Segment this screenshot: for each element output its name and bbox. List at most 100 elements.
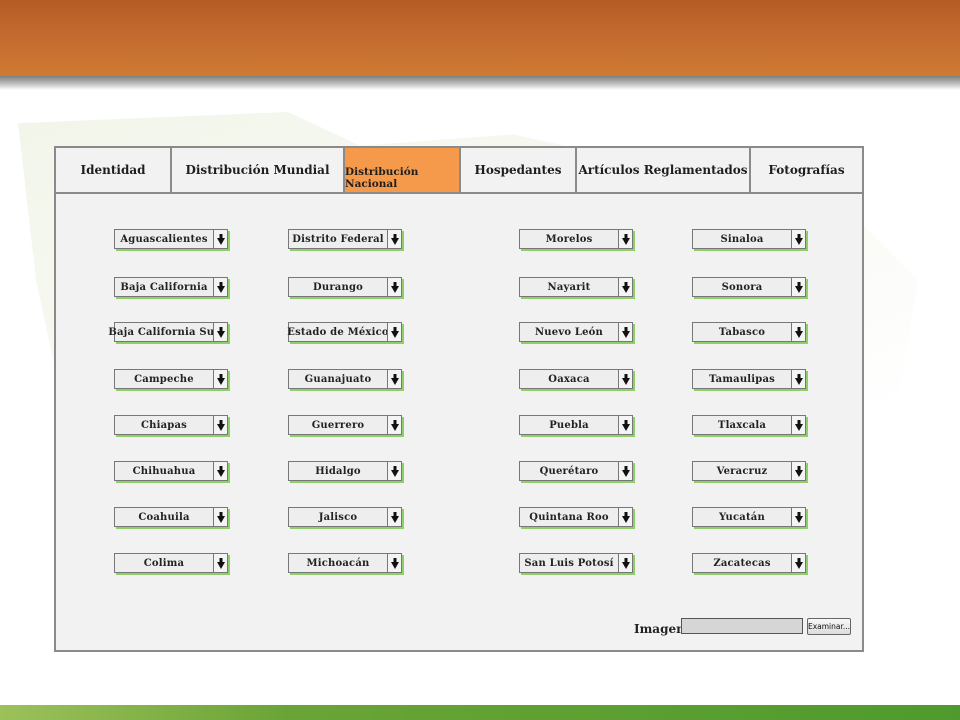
state-dropdown-label: Michoacán — [306, 557, 370, 569]
dropdown-arrow-icon[interactable] — [791, 508, 805, 526]
state-dropdown[interactable]: Coahuila — [114, 507, 228, 527]
state-dropdown[interactable]: Puebla — [519, 415, 633, 435]
state-dropdown-label: Aguascalientes — [120, 233, 208, 245]
dropdown-arrow-icon[interactable] — [791, 278, 805, 296]
dropdown-arrow-icon[interactable] — [791, 416, 805, 434]
state-dropdown[interactable]: Distrito Federal — [288, 229, 402, 249]
state-dropdown-label: Tlaxcala — [717, 419, 767, 431]
dropdown-arrow-icon[interactable] — [791, 462, 805, 480]
state-dropdown-label: Tamaulipas — [709, 373, 775, 385]
state-dropdown-label: Querétaro — [539, 465, 599, 477]
state-dropdown-label: Colima — [143, 557, 185, 569]
tab-fotografias[interactable]: Fotografías — [751, 148, 862, 192]
state-dropdown-label: Distrito Federal — [292, 233, 384, 245]
header-bar — [0, 0, 960, 76]
dropdown-arrow-icon[interactable] — [791, 230, 805, 248]
state-dropdown[interactable]: Jalisco — [288, 507, 402, 527]
dropdown-arrow-icon[interactable] — [618, 416, 632, 434]
image-label: Imagen — [634, 622, 685, 636]
state-dropdown-label: Durango — [312, 281, 364, 293]
state-dropdown[interactable]: Colima — [114, 553, 228, 573]
state-dropdown[interactable]: Zacatecas — [692, 553, 806, 573]
state-dropdown-label: Zacatecas — [713, 557, 771, 569]
state-dropdown[interactable]: Tamaulipas — [692, 369, 806, 389]
browse-button[interactable]: Examinar... — [807, 618, 851, 635]
state-dropdown[interactable]: Tabasco — [692, 322, 806, 342]
dropdown-arrow-icon[interactable] — [213, 230, 227, 248]
state-dropdown-label: Chiapas — [140, 419, 187, 431]
state-dropdown[interactable]: San Luis Potosí — [519, 553, 633, 573]
dropdown-arrow-icon[interactable] — [618, 554, 632, 572]
state-dropdown[interactable]: Sinaloa — [692, 229, 806, 249]
state-dropdown-label: Estado de México — [287, 326, 389, 338]
state-dropdown[interactable]: Tlaxcala — [692, 415, 806, 435]
tab-articulos-reglamentados[interactable]: Artículos Reglamentados — [577, 148, 751, 192]
state-dropdown-label: Baja California Sur — [108, 326, 220, 338]
dropdown-arrow-icon[interactable] — [387, 370, 401, 388]
dropdown-arrow-icon[interactable] — [213, 508, 227, 526]
dropdown-arrow-icon[interactable] — [618, 462, 632, 480]
dropdown-arrow-icon[interactable] — [618, 278, 632, 296]
state-dropdown[interactable]: Estado de México — [287, 322, 402, 342]
state-dropdown-label: Jalisco — [318, 511, 358, 523]
state-dropdown[interactable]: Querétaro — [519, 461, 633, 481]
state-dropdown[interactable]: Morelos — [519, 229, 633, 249]
dropdown-arrow-icon[interactable] — [791, 554, 805, 572]
dropdown-arrow-icon[interactable] — [387, 323, 401, 341]
state-dropdown[interactable]: Quintana Roo — [519, 507, 633, 527]
state-dropdown[interactable]: Sonora — [692, 277, 806, 297]
state-dropdown[interactable]: Nuevo León — [519, 322, 633, 342]
dropdown-arrow-icon[interactable] — [213, 554, 227, 572]
state-dropdown[interactable]: Durango — [288, 277, 402, 297]
state-dropdown[interactable]: Veracruz — [692, 461, 806, 481]
state-dropdown-label: Sinaloa — [720, 233, 764, 245]
state-dropdown-label: Guanajuato — [304, 373, 372, 385]
dropdown-arrow-icon[interactable] — [387, 230, 401, 248]
dropdown-arrow-icon[interactable] — [213, 370, 227, 388]
dropdown-arrow-icon[interactable] — [387, 554, 401, 572]
dropdown-arrow-icon[interactable] — [387, 462, 401, 480]
state-dropdown-label: Coahuila — [138, 511, 190, 523]
dropdown-arrow-icon[interactable] — [791, 323, 805, 341]
state-dropdown[interactable]: Yucatán — [692, 507, 806, 527]
state-dropdown-label: Yucatán — [719, 511, 765, 523]
state-dropdown[interactable]: Hidalgo — [288, 461, 402, 481]
state-dropdown[interactable]: Guerrero — [288, 415, 402, 435]
main-panel: Identidad Distribución Mundial Distribuc… — [54, 146, 864, 652]
dropdown-arrow-icon[interactable] — [791, 370, 805, 388]
state-dropdown[interactable]: Chiapas — [114, 415, 228, 435]
state-dropdown-label: Morelos — [545, 233, 593, 245]
state-dropdown-label: Quintana Roo — [529, 511, 609, 523]
state-dropdown[interactable]: Oaxaca — [519, 369, 633, 389]
dropdown-arrow-icon[interactable] — [618, 508, 632, 526]
dropdown-arrow-icon[interactable] — [213, 462, 227, 480]
state-dropdown-label: Sonora — [721, 281, 763, 293]
dropdown-arrow-icon[interactable] — [213, 416, 227, 434]
state-dropdown-label: Veracruz — [716, 465, 768, 477]
state-dropdown[interactable]: Baja California Sur — [108, 322, 228, 342]
state-dropdown-label: Puebla — [549, 419, 589, 431]
image-file-field[interactable] — [681, 618, 803, 634]
tab-identidad[interactable]: Identidad — [56, 148, 172, 192]
state-dropdown-label: Campeche — [134, 373, 194, 385]
dropdown-arrow-icon[interactable] — [618, 230, 632, 248]
state-dropdown-label: Tabasco — [718, 326, 766, 338]
state-dropdown[interactable]: Campeche — [114, 369, 228, 389]
dropdown-arrow-icon[interactable] — [213, 278, 227, 296]
dropdown-arrow-icon[interactable] — [618, 323, 632, 341]
state-dropdown[interactable]: Chihuahua — [114, 461, 228, 481]
state-dropdown[interactable]: Baja California — [114, 277, 228, 297]
state-dropdown-label: Hidalgo — [315, 465, 361, 477]
state-dropdown[interactable]: Nayarit — [519, 277, 633, 297]
dropdown-arrow-icon[interactable] — [387, 416, 401, 434]
dropdown-arrow-icon[interactable] — [618, 370, 632, 388]
dropdown-arrow-icon[interactable] — [387, 278, 401, 296]
state-dropdown[interactable]: Michoacán — [288, 553, 402, 573]
tab-distribucion-nacional[interactable]: Distribución Nacional — [345, 148, 461, 192]
state-dropdown[interactable]: Guanajuato — [288, 369, 402, 389]
tab-distribucion-mundial[interactable]: Distribución Mundial — [172, 148, 345, 192]
dropdown-arrow-icon[interactable] — [213, 323, 227, 341]
tab-hospedantes[interactable]: Hospedantes — [461, 148, 577, 192]
state-dropdown[interactable]: Aguascalientes — [114, 229, 228, 249]
dropdown-arrow-icon[interactable] — [387, 508, 401, 526]
